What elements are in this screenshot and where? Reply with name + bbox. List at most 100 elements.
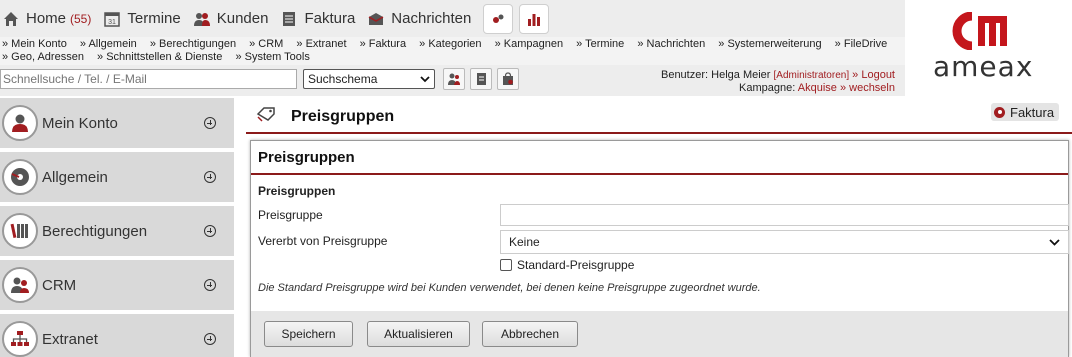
- page-header: Preisgruppen: [246, 100, 1072, 134]
- shopping-bag-icon: [503, 72, 513, 85]
- logo-mark-icon: [952, 12, 1007, 50]
- settings-button[interactable]: [483, 3, 514, 34]
- logout-link[interactable]: » Logout: [852, 69, 895, 81]
- bar-chart-icon: [528, 13, 541, 26]
- customers-button[interactable]: [443, 68, 465, 90]
- documents-button[interactable]: [470, 68, 492, 90]
- network-icon: [2, 321, 38, 357]
- chevron-down-icon: [420, 76, 430, 83]
- users-icon: [193, 12, 210, 26]
- sidebar-item-label: Extranet: [42, 330, 98, 348]
- nav-kunden-label: Kunden: [216, 10, 269, 27]
- sidebar-item-label: Berechtigungen: [42, 222, 148, 240]
- vererbt-label: Vererbt von Preisgruppe: [258, 234, 388, 248]
- nav-nachrichten-label: Nachrichten: [391, 10, 472, 27]
- sidebar-item-extranet[interactable]: Extranet: [0, 314, 234, 357]
- search-bar: Suchschema Benutzer: Helga Meier [Admini…: [0, 65, 905, 96]
- nav-home-label: Home: [26, 10, 67, 27]
- user-role: [Administratoren]: [773, 70, 850, 81]
- sublink[interactable]: » FileDrive: [835, 38, 888, 50]
- sub-navigation: » Mein Konto » Allgemein » Berechtigunge…: [0, 37, 905, 65]
- sublink[interactable]: » Nachrichten: [637, 38, 705, 50]
- expand-icon[interactable]: [204, 333, 216, 345]
- cancel-button[interactable]: Abbrechen: [482, 321, 578, 347]
- svg-text:31: 31: [108, 19, 116, 26]
- books-icon: [2, 213, 38, 249]
- sidebar-item-allgemein[interactable]: Allgemein: [0, 152, 234, 202]
- main-navigation: Home (55) 31 Termine Kunden Faktura Nach…: [0, 0, 905, 37]
- sublink[interactable]: » Berechtigungen: [150, 38, 236, 50]
- section-title: Preisgruppen: [258, 184, 336, 198]
- sidebar-item-mein-konto[interactable]: Mein Konto: [0, 98, 234, 148]
- sublink[interactable]: » Extranet: [296, 38, 346, 50]
- page-title: Preisgruppen: [291, 108, 395, 125]
- sidebar-item-crm[interactable]: CRM: [0, 260, 234, 310]
- price-tag-icon: [256, 107, 275, 122]
- statistics-button[interactable]: [519, 3, 550, 34]
- standard-preisgruppe-option[interactable]: Standard-Preisgruppe: [500, 258, 634, 272]
- logo: ameax: [905, 0, 1072, 96]
- save-button[interactable]: Speichern: [264, 321, 353, 347]
- button-bar: Speichern Aktualisieren Abbrechen: [251, 311, 1068, 357]
- quick-search-input[interactable]: [0, 69, 297, 89]
- sublink[interactable]: » Termine: [576, 38, 624, 50]
- search-schema-value: Suchschema: [308, 72, 378, 86]
- sidebar-item-berechtigungen[interactable]: Berechtigungen: [0, 206, 234, 256]
- form-panel: Preisgruppen Preisgruppen Preisgruppe Ve…: [250, 140, 1069, 357]
- user-icon: [2, 105, 38, 141]
- sublink[interactable]: » Allgemein: [80, 38, 137, 50]
- document-icon: [283, 11, 296, 26]
- vererbt-select[interactable]: Keine: [500, 230, 1069, 254]
- chevron-down-icon: [1049, 239, 1060, 246]
- search-schema-select[interactable]: Suchschema: [303, 69, 435, 89]
- sidebar-item-label: Allgemein: [42, 168, 108, 186]
- sublink[interactable]: » Systemerweiterung: [718, 38, 821, 50]
- nav-faktura-label: Faktura: [304, 10, 356, 27]
- nav-faktura[interactable]: Faktura: [280, 0, 355, 37]
- faktura-context-label: Faktura: [1010, 104, 1055, 120]
- nav-home[interactable]: Home (55): [2, 0, 91, 37]
- expand-icon[interactable]: [204, 171, 216, 183]
- gears-icon: [493, 14, 504, 23]
- sublink[interactable]: » CRM: [249, 38, 283, 50]
- faktura-context-button[interactable]: Faktura: [991, 103, 1060, 121]
- nav-kunden[interactable]: Kunden: [193, 0, 269, 37]
- preisgruppe-input[interactable]: [500, 204, 1069, 226]
- nav-termine-label: Termine: [127, 10, 181, 27]
- home-icon: [4, 11, 18, 26]
- users-icon: [448, 73, 460, 85]
- sublink[interactable]: » Faktura: [360, 38, 406, 50]
- envelope-icon: [368, 12, 384, 25]
- calendar-icon: 31: [104, 11, 121, 27]
- expand-icon[interactable]: [204, 117, 216, 129]
- campaign-name[interactable]: Akquise: [798, 82, 837, 94]
- sublink[interactable]: » System Tools: [235, 51, 309, 63]
- disc-icon: [2, 159, 38, 195]
- hint-text: Die Standard Preisgruppe wird bei Kunden…: [258, 282, 761, 294]
- sidebar-item-label: Mein Konto: [42, 114, 118, 132]
- contacts-icon: [2, 267, 38, 303]
- panel-title: Preisgruppen: [251, 141, 1068, 175]
- logo-text: ameax: [933, 50, 1034, 83]
- expand-icon[interactable]: [204, 225, 216, 237]
- sidebar-item-label: CRM: [42, 276, 77, 294]
- preisgruppe-label: Preisgruppe: [258, 208, 323, 222]
- campaign-prefix: Kampagne:: [739, 82, 796, 94]
- sublink[interactable]: » Kategorien: [419, 38, 481, 50]
- sublink[interactable]: » Schnittstellen & Dienste: [97, 51, 222, 63]
- nav-termine[interactable]: 31 Termine: [103, 0, 181, 37]
- sublink[interactable]: » Kampagnen: [495, 38, 564, 50]
- target-icon: [994, 106, 1005, 118]
- user-info: Benutzer: Helga Meier [Administratoren] …: [661, 69, 895, 95]
- standard-preisgruppe-checkbox[interactable]: [500, 259, 512, 271]
- sublink[interactable]: » Geo, Adressen: [2, 51, 84, 63]
- sublink[interactable]: » Mein Konto: [2, 38, 67, 50]
- switch-campaign-link[interactable]: » wechseln: [840, 82, 895, 94]
- nav-home-count: (55): [70, 11, 92, 26]
- expand-icon[interactable]: [204, 279, 216, 291]
- refresh-button[interactable]: Aktualisieren: [367, 321, 470, 347]
- document-icon: [477, 73, 486, 85]
- shop-button[interactable]: [497, 68, 519, 90]
- vererbt-select-value: Keine: [509, 235, 540, 249]
- nav-nachrichten[interactable]: Nachrichten: [367, 0, 471, 37]
